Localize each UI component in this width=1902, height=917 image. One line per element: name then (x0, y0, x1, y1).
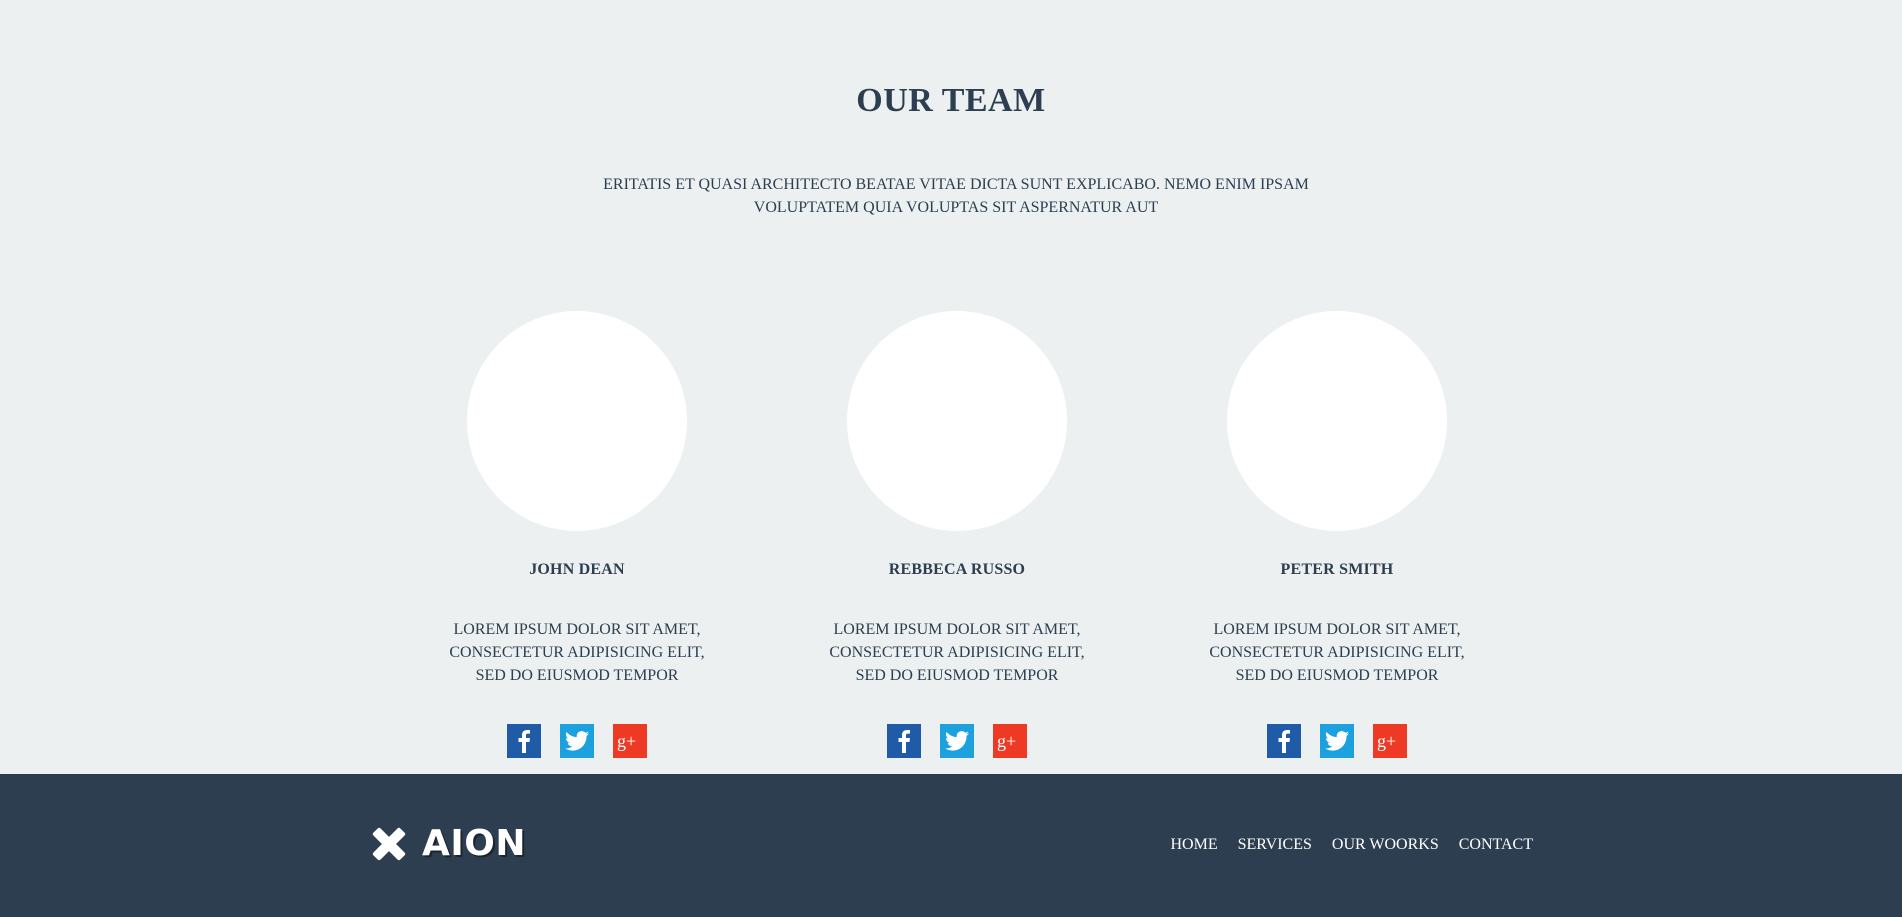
social-links: g+ (812, 724, 1102, 758)
member-bio-line: LOREM IPSUM DOLOR SIT AMET, (453, 621, 701, 638)
x-logo-icon (372, 827, 406, 861)
member-bio: LOREM IPSUM DOLOR SIT AMET, CONSECTETUR … (1192, 618, 1482, 687)
svg-text:g+: g+ (1377, 731, 1396, 751)
social-links: g+ (432, 724, 722, 758)
footer-nav: HOME SERVICES OUR WOORKS CONTACT (1170, 836, 1533, 854)
twitter-icon[interactable] (560, 724, 594, 758)
avatar (847, 311, 1067, 531)
member-bio-line: CONSECTETUR ADIPISICING ELIT, (1209, 644, 1465, 661)
team-member-card: JOHN DEAN LOREM IPSUM DOLOR SIT AMET, CO… (432, 311, 722, 758)
team-member-card: REBBECA RUSSO LOREM IPSUM DOLOR SIT AMET… (812, 311, 1102, 758)
member-bio-line: SED DO EIUSMOD TEMPOR (855, 667, 1059, 684)
nav-link-services[interactable]: SERVICES (1238, 836, 1312, 854)
member-bio-line: LOREM IPSUM DOLOR SIT AMET, (1213, 621, 1461, 638)
facebook-icon[interactable] (1267, 724, 1301, 758)
member-bio-line: CONSECTETUR ADIPISICING ELIT, (449, 644, 705, 661)
logo-text: AION (422, 823, 526, 864)
twitter-icon[interactable] (1320, 724, 1354, 758)
team-intro-line: VOLUPTATEM QUIA VOLUPTAS SIT ASPERNATUR … (753, 199, 1159, 216)
logo[interactable]: AION (372, 826, 526, 862)
svg-text:g+: g+ (617, 731, 636, 751)
member-name: REBBECA RUSSO (888, 561, 1026, 578)
svg-text:g+: g+ (997, 731, 1016, 751)
team-member-card: PETER SMITH LOREM IPSUM DOLOR SIT AMET, … (1192, 311, 1482, 758)
avatar (467, 311, 687, 531)
facebook-icon[interactable] (507, 724, 541, 758)
avatar (1227, 311, 1447, 531)
twitter-icon[interactable] (940, 724, 974, 758)
nav-link-our-works[interactable]: OUR WOORKS (1332, 836, 1439, 854)
member-bio-line: SED DO EIUSMOD TEMPOR (1235, 667, 1439, 684)
team-intro: ERITATIS ET QUASI ARCHITECTO BEATAE VITA… (581, 173, 1331, 219)
facebook-icon[interactable] (887, 724, 921, 758)
team-title: OUR TEAM (856, 82, 1046, 119)
member-bio: LOREM IPSUM DOLOR SIT AMET, CONSECTETUR … (812, 618, 1102, 687)
team-intro-line: ERITATIS ET QUASI ARCHITECTO BEATAE VITA… (603, 176, 1309, 193)
nav-link-home[interactable]: HOME (1170, 836, 1217, 854)
google-plus-icon[interactable]: g+ (993, 724, 1027, 758)
member-bio-line: CONSECTETUR ADIPISICING ELIT, (829, 644, 1085, 661)
member-name: JOHN DEAN (529, 561, 625, 578)
member-bio: LOREM IPSUM DOLOR SIT AMET, CONSECTETUR … (432, 618, 722, 687)
nav-link-contact[interactable]: CONTACT (1459, 836, 1533, 854)
member-name: PETER SMITH (1280, 561, 1394, 578)
google-plus-icon[interactable]: g+ (1373, 724, 1407, 758)
member-bio-line: SED DO EIUSMOD TEMPOR (475, 667, 679, 684)
google-plus-icon[interactable]: g+ (613, 724, 647, 758)
footer: AION HOME SERVICES OUR WOORKS CONTACT (0, 774, 1902, 917)
social-links: g+ (1192, 724, 1482, 758)
team-section: OUR TEAM ERITATIS ET QUASI ARCHITECTO BE… (0, 0, 1902, 774)
member-bio-line: LOREM IPSUM DOLOR SIT AMET, (833, 621, 1081, 638)
